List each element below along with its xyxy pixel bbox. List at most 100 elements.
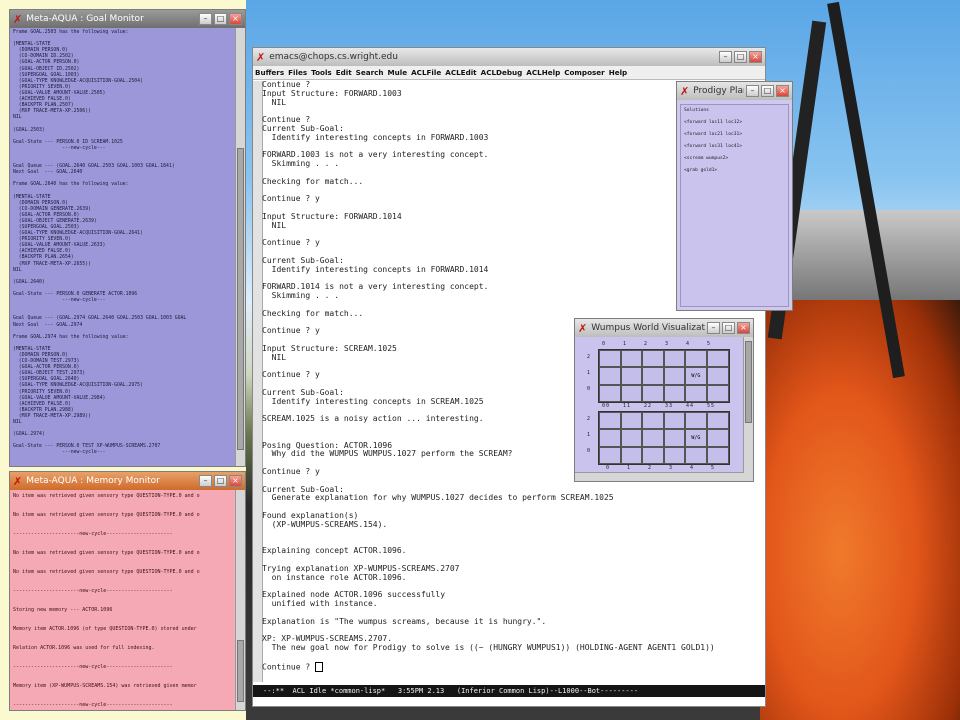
menu-mule[interactable]: Mule <box>388 68 408 77</box>
menu-edit[interactable]: Edit <box>336 68 352 77</box>
prodigy-titlebar[interactable]: ✗ Prodigy Plan – □ × <box>677 82 792 100</box>
close-button[interactable]: × <box>737 322 750 334</box>
grid-cell <box>707 384 729 402</box>
emacs-line-text: Found explanation(s) <box>262 511 359 521</box>
grid-cell <box>685 350 707 368</box>
maximize-button[interactable]: □ <box>761 85 774 97</box>
memory-monitor-title: Meta-AQUA : Memory Monitor <box>26 476 160 486</box>
menu-acledit[interactable]: ACLEdit <box>445 68 476 77</box>
emacs-line-text <box>262 335 267 344</box>
maximize-button[interactable]: □ <box>214 13 227 25</box>
col-label: 4 <box>690 465 694 471</box>
memory-line: No item was retrieved given sensory type… <box>13 493 200 499</box>
menu-acldebug[interactable]: ACLDebug <box>481 68 523 77</box>
menu-aclhelp[interactable]: ACLHelp <box>526 68 560 77</box>
emacs-line-text <box>262 168 267 177</box>
grid-cell <box>707 446 729 464</box>
menu-search[interactable]: Search <box>356 68 384 77</box>
scrollbar-thumb[interactable] <box>237 148 244 450</box>
emacs-line-text: Explaining concept ACTOR.1096. <box>262 546 407 556</box>
emacs-line-text: Continue ? <box>262 662 315 672</box>
minimize-button[interactable]: – <box>746 85 759 97</box>
wumpus-scrollbar[interactable] <box>743 337 753 481</box>
col-label: 2 <box>644 403 648 409</box>
emacs-line: Continue ? <box>262 661 763 672</box>
memory-monitor-window[interactable]: ✗ Meta-AQUA : Memory Monitor – □ × No it… <box>9 471 246 711</box>
scrollbar-thumb[interactable] <box>745 341 752 423</box>
menu-files[interactable]: Files <box>288 68 307 77</box>
memory-line: No item was retrieved given sensory type… <box>13 512 200 518</box>
emacs-line-text: Input Structure: FORWARD.1014 <box>262 211 402 221</box>
wumpus-title: Wumpus World Visualization <box>591 323 705 333</box>
menu-tools[interactable]: Tools <box>311 68 332 77</box>
col-label: 1 <box>623 403 627 409</box>
plan-step: <forward loc21 loc31> <box>684 132 743 137</box>
emacs-line-text: Input Structure: FORWARD.1003 <box>262 88 402 98</box>
emacs-line-text <box>262 405 267 414</box>
plan-step: <grab gold1> <box>684 168 718 173</box>
grid-cell <box>599 367 621 385</box>
wumpus-window[interactable]: ✗ Wumpus World Visualization – □ × 0 1 2 3 4… <box>574 318 754 482</box>
goal-monitor-title: Meta-AQUA : Goal Monitor <box>26 14 144 24</box>
menu-composer[interactable]: Composer <box>564 68 604 77</box>
minimize-button[interactable]: – <box>707 322 720 334</box>
x-logo-icon: ✗ <box>256 50 266 64</box>
grid-cell <box>599 350 621 368</box>
memory-line: ----------------------new-cycle---------… <box>13 664 173 670</box>
maximize-button[interactable]: □ <box>722 322 735 334</box>
x-logo-icon: ✗ <box>680 84 690 98</box>
close-button[interactable]: × <box>229 13 242 25</box>
minimize-button[interactable]: – <box>199 13 212 25</box>
emacs-line-text <box>262 274 267 283</box>
wumpus-titlebar[interactable]: ✗ Wumpus World Visualization – □ × <box>575 319 753 337</box>
menu-aclfile[interactable]: ACLFile <box>411 68 441 77</box>
goal-monitor-scrollbar[interactable] <box>235 28 245 466</box>
emacs-line-text: Identify interesting concepts in SCREAM.… <box>262 396 484 406</box>
grid-cell <box>642 412 664 430</box>
emacs-line-text: on instance role ACTOR.1096. <box>262 572 407 582</box>
row-label: 0 <box>587 386 591 392</box>
col-label: 2 <box>648 465 652 471</box>
prodigy-plan-window[interactable]: ✗ Prodigy Plan – □ × Solutions <forward l… <box>676 81 793 311</box>
emacs-line-text: Input Structure: SCREAM.1025 <box>262 343 397 353</box>
emacs-line-text: SCREAM.1025 is a noisy action ... intere… <box>262 414 484 424</box>
col-label: 4 <box>686 341 690 347</box>
menu-buffers[interactable]: Buffers <box>255 68 284 77</box>
maximize-button[interactable]: □ <box>214 475 227 487</box>
close-button[interactable]: × <box>229 475 242 487</box>
col-label: 3 <box>669 465 673 471</box>
memory-monitor-scrollbar[interactable] <box>235 490 245 710</box>
x-logo-icon: ✗ <box>13 12 23 26</box>
emacs-line-text <box>262 537 267 546</box>
grid-cell <box>685 384 707 402</box>
minimize-button[interactable]: – <box>199 475 212 487</box>
memory-monitor-titlebar[interactable]: ✗ Meta-AQUA : Memory Monitor – □ × <box>10 472 245 490</box>
minimize-button[interactable]: – <box>719 51 732 63</box>
grid-cell <box>642 384 664 402</box>
emacs-line: Generate explanation for why WUMPUS.1027… <box>262 494 763 503</box>
close-button[interactable]: × <box>776 85 789 97</box>
emacs-titlebar[interactable]: ✗ emacs@chops.cs.wright.edu – □ × <box>253 48 765 66</box>
menu-help[interactable]: Help <box>609 68 628 77</box>
emacs-line-text <box>262 476 267 485</box>
emacs-line: The new goal now for Prodigy to solve is… <box>262 643 763 653</box>
row-label: 2 <box>587 416 591 422</box>
emacs-line-text <box>262 625 267 634</box>
emacs-line-text <box>262 300 267 309</box>
col-label: 4 <box>686 403 690 409</box>
close-button[interactable]: × <box>749 51 762 63</box>
goal-monitor-titlebar[interactable]: ✗ Meta-AQUA : Goal Monitor – □ × <box>10 10 245 28</box>
emacs-line-text: NIL <box>262 352 287 362</box>
scrollbar-thumb[interactable] <box>237 640 244 702</box>
emacs-line-text: Explained node ACTOR.1096 successfully <box>262 590 446 600</box>
grid-cell <box>707 429 729 447</box>
emacs-line-text <box>262 529 267 538</box>
memory-line: ----------------------new-cycle---------… <box>13 588 173 594</box>
plan-step: <scream wumpus2> <box>684 156 729 161</box>
wumpus-hscrollbar[interactable] <box>575 472 744 481</box>
emacs-line-text <box>262 318 267 327</box>
maximize-button[interactable]: □ <box>734 51 747 63</box>
goal-monitor-window[interactable]: ✗ Meta-AQUA : Goal Monitor – □ × Frame G… <box>9 9 246 467</box>
grid-cell: W/G <box>685 429 707 447</box>
col-label: 0 <box>602 341 606 347</box>
